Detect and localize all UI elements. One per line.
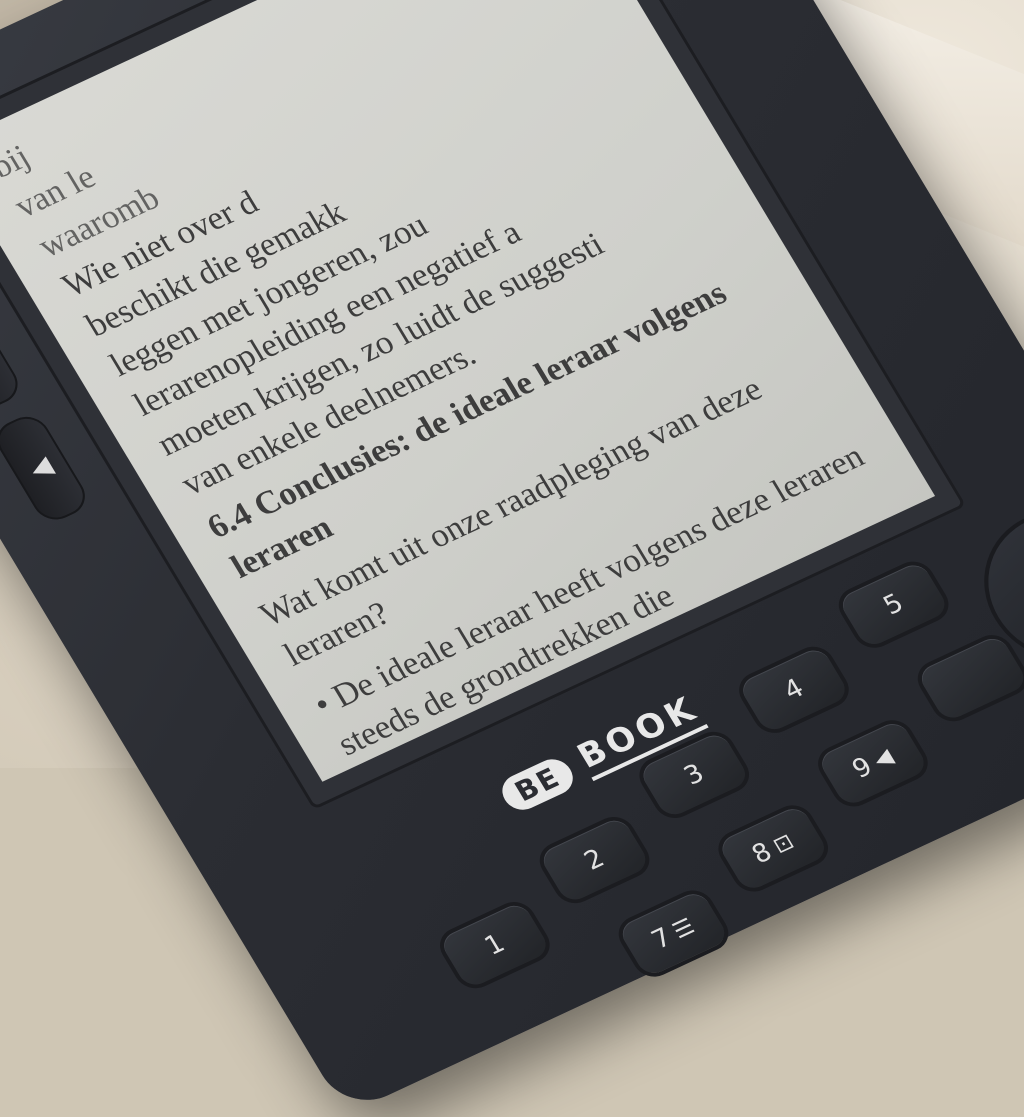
key-7[interactable]: 7 ☰ [616,889,731,978]
zoom-icon: ⊡ [768,829,799,859]
prev-arrow-icon: ◀ [24,451,59,486]
key-9[interactable]: 9 ◀ [816,718,930,808]
key-2[interactable]: 2 [537,815,652,905]
ebook-reader: ▶ ◀ bij van le waaromb Wie niet over d b… [0,0,1024,1115]
arrow-left-icon: ◀ [868,744,898,773]
key-0[interactable] [915,633,1024,723]
key-label: 2 [579,843,610,877]
key-label: 4 [778,673,810,707]
key-1[interactable]: 1 [438,900,552,990]
logo-badge: BE [495,752,580,816]
key-5[interactable]: 5 [836,560,951,650]
back-icon: ↶ [1016,582,1024,623]
key-4[interactable]: 4 [737,645,851,735]
key-label: 1 [479,928,511,962]
list-icon: ☰ [668,913,700,944]
key-8[interactable]: 8 ⊡ [716,804,830,893]
key-label: 3 [678,758,710,792]
key-label: 5 [878,588,909,622]
prev-page-button[interactable]: ◀ [0,409,94,527]
